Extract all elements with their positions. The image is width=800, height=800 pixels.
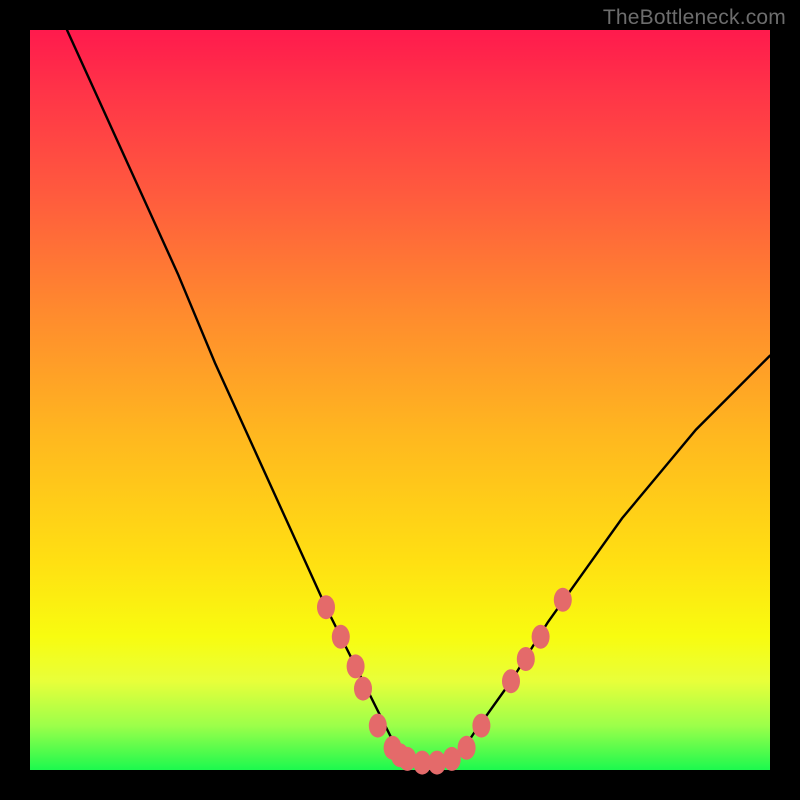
- marker-dot: [332, 625, 350, 649]
- marker-dot: [532, 625, 550, 649]
- marker-dot: [554, 588, 572, 612]
- marker-dot: [317, 595, 335, 619]
- marker-dot: [502, 669, 520, 693]
- marker-dot: [472, 714, 490, 738]
- marker-dot: [347, 654, 365, 678]
- plot-area: [30, 30, 770, 770]
- marker-dot: [354, 677, 372, 701]
- curve-svg: [30, 30, 770, 770]
- chart-frame: TheBottleneck.com: [0, 0, 800, 800]
- marker-dot: [517, 647, 535, 671]
- marker-dot: [369, 714, 387, 738]
- marker-dot: [458, 736, 476, 760]
- highlighted-points: [317, 588, 572, 775]
- watermark-text: TheBottleneck.com: [603, 6, 786, 30]
- bottleneck-curve: [67, 30, 770, 763]
